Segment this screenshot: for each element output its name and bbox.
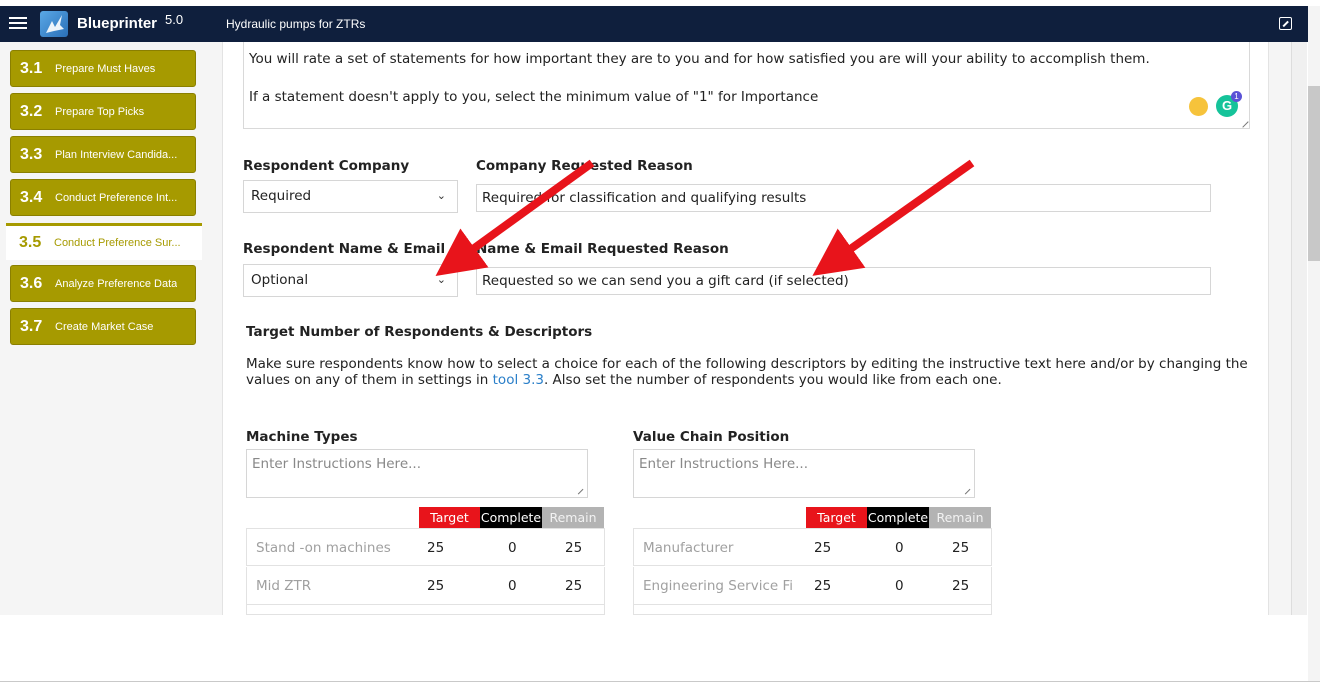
target-respondents-heading: Target Number of Respondents & Descripto…	[246, 324, 593, 340]
name-email-reason-input[interactable]: Requested so we can send you a gift card…	[476, 267, 1211, 295]
table-row: Manufacturer 25 0 25	[633, 528, 992, 566]
project-title: Hydraulic pumps for ZTRs	[226, 17, 366, 31]
table-row: Engineering Service Fi... 25 0 25	[633, 567, 992, 605]
divider	[0, 681, 1320, 682]
row-target[interactable]: 25	[427, 578, 444, 594]
descriptor-instructions-input[interactable]: Enter Instructions Here...	[246, 449, 588, 498]
step-label: Plan Interview Candida...	[55, 148, 178, 161]
remain-column-header: Remain	[929, 507, 991, 528]
company-reason-input[interactable]: Required for classification and qualifyi…	[476, 184, 1211, 212]
respondent-company-select[interactable]: Required ⌄	[243, 180, 458, 213]
row-remain: 25	[952, 578, 970, 594]
respondent-name-email-label: Respondent Name & Email	[243, 241, 446, 257]
sidebar-item-create-market-case[interactable]: 3.7 Create Market Case	[10, 308, 196, 345]
row-name: Stand -on machines	[256, 540, 391, 556]
row-complete: 0	[508, 578, 517, 594]
resize-handle-icon[interactable]	[573, 484, 584, 495]
step-number: 3.4	[20, 188, 43, 206]
target-column-header: Target	[806, 507, 867, 528]
row-remain: 25	[565, 578, 583, 594]
row-target[interactable]: 25	[814, 540, 831, 556]
resize-handle-icon[interactable]	[960, 484, 971, 495]
row-remain: 25	[565, 540, 583, 556]
row-name: Manufacturer	[643, 540, 734, 556]
resize-handle-icon[interactable]	[1237, 116, 1249, 128]
nerd-emoji-icon[interactable]	[1189, 97, 1208, 116]
survey-panel: You will rate a set of statements for ho…	[222, 42, 1269, 615]
main-area: You will rate a set of statements for ho…	[204, 42, 1291, 615]
row-remain: 25	[952, 540, 970, 556]
tool-link[interactable]: tool 3.3	[493, 372, 544, 388]
sidebar-item-prepare-must-haves[interactable]: 3.1 Prepare Must Haves	[10, 50, 196, 87]
chevron-down-icon: ⌄	[436, 273, 446, 286]
scrollbar-thumb[interactable]	[1308, 86, 1320, 261]
company-reason-label: Company Requested Reason	[476, 158, 693, 174]
sidebar-item-prepare-top-picks[interactable]: 3.2 Prepare Top Picks	[10, 93, 196, 130]
respondent-name-email-value: Optional	[251, 272, 309, 288]
page-scrollbar[interactable]	[1308, 6, 1320, 681]
row-complete: 0	[895, 540, 904, 556]
brand-version: 5.0	[165, 12, 184, 27]
step-number: 3.1	[20, 59, 43, 77]
target-description: Make sure respondents know how to select…	[246, 356, 1251, 388]
respondent-company-value: Required	[251, 188, 312, 204]
top-bar: Blueprinter 5.0 Hydraulic pumps for ZTRs	[0, 6, 1308, 42]
description-text-after: . Also set the number of respondents you…	[543, 372, 1002, 388]
step-label: Create Market Case	[55, 320, 154, 333]
app-window: Blueprinter 5.0 Hydraulic pumps for ZTRs…	[0, 0, 1331, 684]
row-complete: 0	[895, 578, 904, 594]
panel-scrollbar[interactable]	[1291, 42, 1307, 615]
name-email-reason-label: Name & Email Requested Reason	[476, 241, 729, 257]
sidebar: 3.1 Prepare Must Haves 3.2 Prepare Top P…	[0, 42, 204, 615]
blueprinter-logo	[40, 11, 68, 37]
descriptor-title: Value Chain Position	[633, 429, 790, 445]
complete-column-header: Complete	[867, 507, 929, 528]
intro-line-1: You will rate a set of statements for ho…	[249, 51, 1150, 67]
row-name: Mid ZTR	[256, 578, 312, 594]
table-row: Stand -on machines 25 0 25	[246, 528, 605, 566]
menu-icon[interactable]	[9, 14, 27, 34]
complete-column-header: Complete	[480, 507, 542, 528]
step-label: Conduct Preference Int...	[55, 191, 178, 204]
table-row	[246, 605, 605, 615]
sidebar-item-conduct-preference-survey[interactable]: 3.5 Conduct Preference Sur...	[6, 223, 202, 260]
descriptor-title: Machine Types	[246, 429, 358, 445]
grammarly-count: 1	[1231, 91, 1242, 102]
step-number: 3.2	[20, 102, 43, 120]
sidebar-item-conduct-preference-interviews[interactable]: 3.4 Conduct Preference Int...	[10, 179, 196, 216]
chevron-down-icon: ⌄	[436, 189, 446, 202]
table-row: Mid ZTR 25 0 25	[246, 567, 605, 605]
instructions-placeholder: Enter Instructions Here...	[252, 456, 421, 472]
step-label: Prepare Top Picks	[55, 105, 145, 118]
remain-column-header: Remain	[542, 507, 604, 528]
descriptor-instructions-input[interactable]: Enter Instructions Here...	[633, 449, 975, 498]
row-target[interactable]: 25	[427, 540, 444, 556]
step-number: 3.6	[20, 274, 43, 292]
row-complete: 0	[508, 540, 517, 556]
step-label: Conduct Preference Sur...	[54, 237, 181, 249]
expand-icon[interactable]	[1279, 17, 1292, 30]
row-target[interactable]: 25	[814, 578, 831, 594]
sidebar-item-plan-interview-candidates[interactable]: 3.3 Plan Interview Candida...	[10, 136, 196, 173]
brand-name: Blueprinter	[77, 15, 158, 32]
sidebar-item-analyze-preference-data[interactable]: 3.6 Analyze Preference Data	[10, 265, 196, 302]
step-label: Prepare Must Haves	[55, 62, 156, 75]
respondent-name-email-select[interactable]: Optional ⌄	[243, 264, 458, 297]
table-row	[633, 605, 992, 615]
intro-textarea[interactable]: You will rate a set of statements for ho…	[243, 42, 1250, 129]
respondent-company-label: Respondent Company	[243, 158, 410, 174]
row-name: Engineering Service Fi...	[643, 578, 793, 594]
target-column-header: Target	[419, 507, 480, 528]
step-number: 3.7	[20, 317, 43, 335]
step-number: 3.3	[20, 145, 43, 163]
step-number: 3.5	[19, 234, 42, 251]
intro-line-2: If a statement doesn't apply to you, sel…	[249, 89, 819, 105]
instructions-placeholder: Enter Instructions Here...	[639, 456, 808, 472]
step-label: Analyze Preference Data	[55, 277, 178, 290]
